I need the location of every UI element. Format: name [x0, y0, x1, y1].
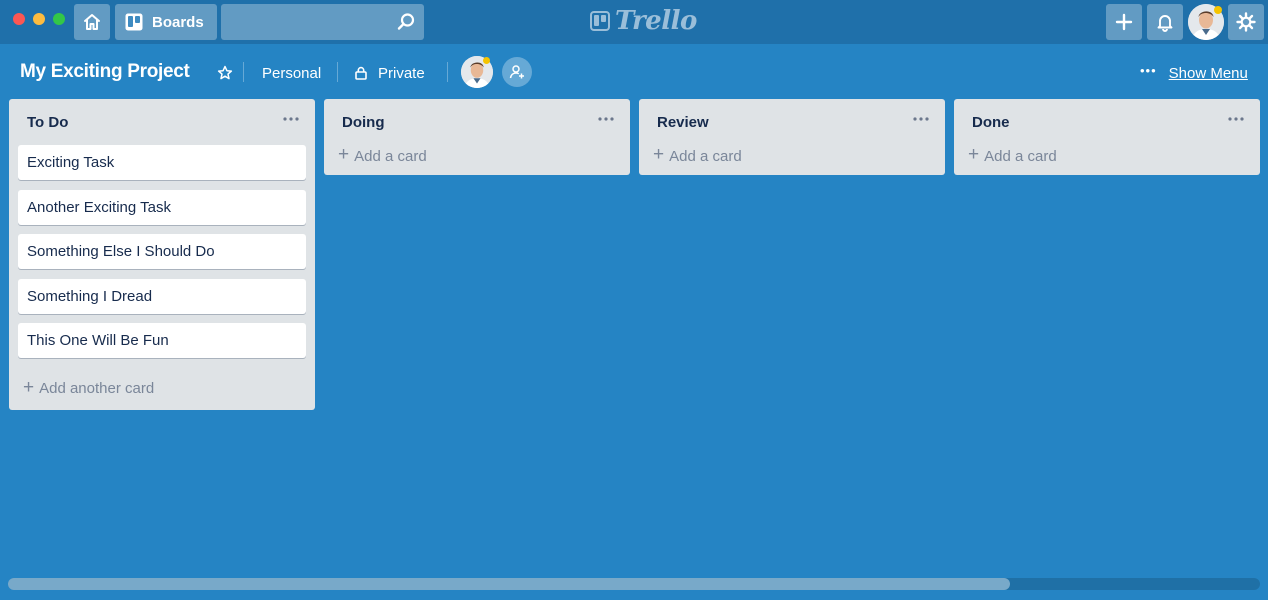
search-input[interactable] — [221, 4, 424, 40]
list-header[interactable]: Done — [954, 99, 1260, 145]
notification-dot — [1214, 6, 1222, 14]
boards-label: Boards — [152, 13, 204, 31]
notifications-button[interactable] — [1147, 4, 1183, 40]
list-menu-button[interactable] — [594, 109, 618, 129]
search-icon[interactable] — [396, 12, 416, 32]
card[interactable]: Something Else I Should Do — [18, 234, 306, 269]
header-divider — [447, 62, 448, 82]
list-title[interactable]: Review — [657, 114, 709, 131]
lock-icon — [355, 66, 367, 80]
list-menu-button[interactable] — [909, 109, 933, 129]
card[interactable]: Something I Dread — [18, 278, 306, 314]
boards-icon — [125, 13, 143, 31]
add-card-button[interactable]: + Add another card — [9, 368, 315, 410]
logo-text: Trello — [615, 6, 697, 36]
add-card-label: Add a card — [669, 147, 742, 165]
privacy-button[interactable]: Private — [354, 58, 425, 88]
home-icon — [84, 14, 100, 30]
add-card-label: Add another card — [39, 380, 155, 397]
trello-logo[interactable]: Trello — [590, 6, 697, 36]
privacy-label: Private — [378, 64, 425, 82]
plus-icon: + — [968, 144, 980, 165]
list-review: Review + Add a card — [639, 99, 945, 175]
more-icon — [598, 117, 614, 121]
star-icon — [217, 65, 233, 80]
bell-icon — [1157, 15, 1173, 32]
card[interactable]: Another Exciting Task — [18, 189, 306, 225]
card-title: Something Else I Should Do — [27, 243, 215, 260]
list-title[interactable]: To Do — [27, 114, 68, 131]
window-minimize-button[interactable] — [33, 13, 45, 25]
invite-member-button[interactable] — [502, 57, 532, 87]
member-status-dot — [483, 57, 490, 64]
header-divider — [243, 62, 244, 82]
add-card-label: Add a card — [984, 147, 1057, 165]
add-member-icon — [509, 65, 524, 79]
card-title: Something I Dread — [27, 287, 153, 305]
home-button[interactable] — [74, 4, 110, 40]
show-menu-button[interactable]: ••• Show Menu — [1140, 62, 1248, 84]
show-menu-label: Show Menu — [1168, 64, 1248, 82]
list-menu-button[interactable] — [1224, 109, 1248, 129]
list-to-do: To Do Exciting Task Another Exciting Tas… — [9, 99, 315, 410]
window-close-button[interactable] — [13, 13, 25, 25]
star-board-button[interactable] — [214, 58, 236, 88]
list-title[interactable]: Done — [972, 114, 1010, 131]
board-title[interactable]: My Exciting Project — [20, 61, 190, 83]
horizontal-scrollbar-thumb[interactable] — [8, 578, 1010, 590]
list-title[interactable]: Doing — [342, 114, 385, 131]
plus-icon: + — [338, 144, 350, 165]
list-done: Done + Add a card — [954, 99, 1260, 175]
more-icon: ••• — [1140, 62, 1157, 78]
settings-button[interactable] — [1228, 4, 1264, 40]
more-icon — [913, 117, 929, 121]
list-header[interactable]: Review — [639, 99, 945, 145]
boards-button[interactable]: Boards — [115, 4, 217, 40]
card-title: This One Will Be Fun — [27, 332, 169, 349]
card-title: Exciting Task — [27, 154, 115, 171]
card-title: Another Exciting Task — [27, 198, 171, 216]
trello-logo-icon — [590, 11, 610, 31]
list-doing: Doing + Add a card — [324, 99, 630, 175]
header-divider — [337, 62, 338, 82]
list-menu-button[interactable] — [279, 109, 303, 129]
more-icon — [1228, 117, 1244, 121]
plus-icon: + — [23, 376, 35, 398]
team-visibility-label: Personal — [262, 64, 322, 82]
plus-icon: + — [653, 144, 665, 165]
more-icon — [283, 117, 299, 121]
gear-icon — [1236, 12, 1256, 32]
plus-icon — [1115, 13, 1133, 31]
list-header[interactable]: To Do — [9, 99, 315, 145]
card[interactable]: This One Will Be Fun — [18, 323, 306, 358]
top-bar: Boards Trello — [0, 0, 1268, 44]
card[interactable]: Exciting Task — [18, 145, 306, 180]
team-visibility-button[interactable]: Personal — [262, 58, 321, 88]
window-zoom-button[interactable] — [53, 13, 65, 25]
add-card-label: Add a card — [354, 147, 427, 165]
list-header[interactable]: Doing — [324, 99, 630, 145]
card-list: Exciting Task Another Exciting Task Some… — [9, 145, 315, 358]
create-button[interactable] — [1106, 4, 1142, 40]
